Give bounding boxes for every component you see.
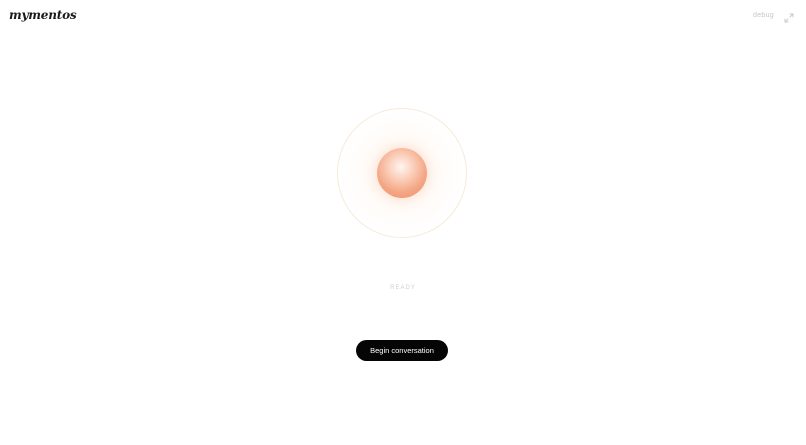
begin-conversation-button[interactable]: Begin conversation [356,340,448,361]
voice-orb-container [337,108,467,238]
logo: mymentos [9,8,77,22]
expand-icon[interactable] [784,10,794,23]
debug-link[interactable]: debug [753,12,774,19]
status-label: READY [390,285,416,291]
voice-orb [377,148,427,198]
top-right-controls: debug [753,10,794,23]
app-page: mymentos debug READY Begin conversation [0,0,806,445]
